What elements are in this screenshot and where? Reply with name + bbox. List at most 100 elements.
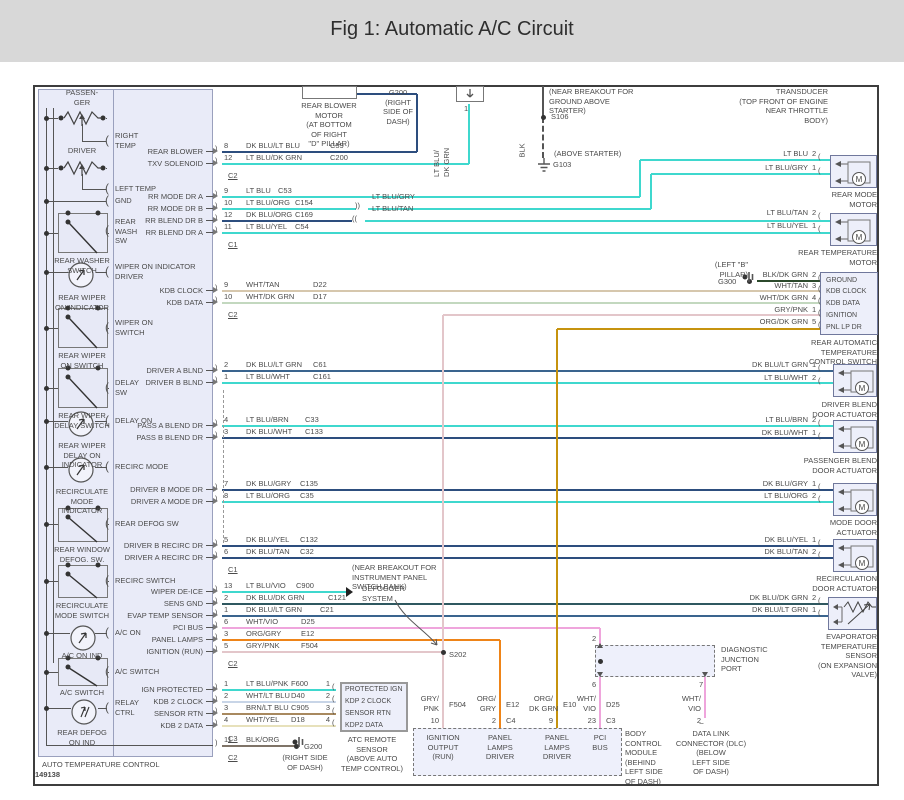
atc-bracket-label: DELAY SW: [115, 378, 139, 397]
atc-pin-label: RR BLEND DR B: [85, 216, 203, 226]
connection-line: [46, 708, 71, 709]
motor-symbol: M: [835, 421, 875, 452]
wire-connector-id: C121: [328, 593, 346, 603]
device-pin-bracket: (: [818, 166, 821, 176]
motor-symbol: M: [832, 214, 875, 245]
wire-connector-id: C54: [295, 222, 309, 232]
device-pin-bracket: (: [332, 718, 335, 728]
atc-pin-label: RR MODE DR B: [85, 204, 203, 214]
wire-segment: [222, 745, 296, 747]
wire-pin-number: 3: [812, 281, 816, 291]
wire-connector-id: C21: [320, 605, 334, 615]
device-pin-bracket: (: [818, 273, 821, 283]
potentiometer-symbol: [58, 106, 106, 130]
motor-symbol: M: [835, 484, 875, 515]
connection-line: [46, 633, 70, 634]
wire-color-label: DK BLU/DK GRN: [688, 593, 808, 603]
wire-pin-number: 3: [224, 629, 228, 639]
wire-segment: [640, 159, 830, 161]
device-pin-bracket: (: [818, 152, 821, 162]
atc-bracket-label: A/C SWITCH: [115, 667, 159, 677]
wire-segment: [557, 328, 822, 330]
arrowhead: [213, 148, 218, 154]
offpage-connector-box: [302, 86, 357, 99]
wire-color-label: LT BLU: [246, 186, 271, 196]
junction-dot: [44, 670, 49, 675]
junction-dot: [44, 631, 49, 636]
wire-connector-id: D25: [606, 700, 620, 710]
wire-color-label: WHT/DK GRN: [688, 293, 808, 303]
device-pin-bracket: (: [818, 550, 821, 560]
wire-color-label: DK BLU/LT GRN: [246, 605, 302, 615]
wire-pin-number: 3: [224, 427, 228, 437]
annotation: TRANSDUCER (TOP FRONT OF ENGINE NEAR THR…: [688, 87, 828, 125]
wire-segment: [542, 117, 546, 158]
component-label: A/C ON IND: [36, 651, 128, 661]
splice-ground-id: S106: [551, 112, 569, 122]
component-label: REAR WIPER ON INDICATOR: [36, 293, 128, 312]
splice-ground-id: G200: [304, 742, 322, 752]
wire-connector-id: C53: [278, 186, 292, 196]
motor-symbol: M: [835, 540, 875, 571]
wire-pin-number: 1: [224, 605, 228, 615]
wire-pin-number: 6: [224, 547, 228, 557]
arrowhead: [213, 367, 218, 373]
switch-symbol: [58, 658, 108, 686]
arrowhead: [213, 422, 218, 428]
device-pin-bracket: (: [818, 284, 821, 294]
wire-connector-id: C200: [330, 153, 348, 163]
arrowhead: [213, 498, 218, 504]
splice-ground-id: 1: [464, 104, 468, 114]
s202-arrow: [385, 595, 447, 655]
device-label: PASSENGER BLEND DOOR ACTUATOR: [790, 456, 877, 475]
wire-pin-number: 2: [224, 691, 228, 701]
bracket-symbol: (: [105, 516, 109, 530]
junction-dot: [44, 326, 49, 331]
wire-pin-number: 5: [224, 641, 228, 651]
device-pin-bracket: (: [332, 694, 335, 704]
device-pin-bracket: (: [818, 418, 821, 428]
wire-pin-number: 5: [224, 535, 228, 545]
wire-connector-id: D22: [313, 280, 327, 290]
wire-color-label: DK BLU/WHT: [688, 428, 808, 438]
device-pin-name: PROTECTED IGN: [345, 685, 403, 694]
wire-color-label: LT BLU/DK GRN: [246, 153, 302, 163]
wire-pin-number: 2: [812, 149, 816, 159]
bracket-symbol: (: [105, 625, 109, 639]
wire-color-label: LT BLU/ORG: [246, 198, 290, 208]
wire-color-label: LT BLU/GRY: [688, 163, 808, 173]
bracket-symbol: (: [105, 573, 109, 587]
svg-text:M: M: [859, 503, 866, 512]
connector-dashed-line: [223, 390, 224, 543]
wire-pin-number: 2: [224, 360, 228, 370]
device-pin-bracket: (: [332, 706, 335, 716]
wire-color-label: LT BLU/ORG: [688, 491, 808, 501]
splice-ground-id: 7: [699, 680, 703, 690]
device-pin-bracket: (: [332, 682, 335, 692]
wire-connector-id: C3: [606, 716, 616, 726]
device-pin-name: KDB CLOCK: [826, 287, 866, 296]
arrowhead: [213, 217, 218, 223]
wire-pin-number: 10: [427, 716, 439, 726]
arrowhead: [213, 600, 218, 606]
wire-color-label: WHT/LT BLU: [246, 691, 290, 701]
annotation: DATA LINK CONNECTOR (DLC) (BELOW LEFT SI…: [668, 729, 754, 777]
atc-bracket-label: A/C ON: [115, 628, 141, 638]
bcm-pin-label: PANEL LAMPS DRIVER: [475, 733, 525, 762]
junction-dot: [44, 231, 49, 236]
bracket-symbol: (: [105, 320, 109, 334]
atc-pin-label: SENSOR RTN: [85, 709, 203, 719]
arrowhead: [213, 588, 218, 594]
thermistor-symbol: [830, 598, 875, 629]
wire-color-label: WHT/ VIO: [572, 694, 596, 713]
device-pin-name: KDP2 DATA: [345, 721, 383, 730]
wire-color-label: ORG/DK GRN: [688, 317, 808, 327]
connector-tag: C3: [228, 734, 238, 744]
wire-segment: [556, 329, 558, 728]
connection-line: [53, 108, 54, 663]
bcm-pin-label: IGNITION OUTPUT (RUN): [418, 733, 468, 762]
arrowhead: [213, 722, 218, 728]
wire-pin-number: 1: [224, 372, 228, 382]
wire-pin-number: 3: [224, 703, 228, 713]
wire-color-label: LT BLU/WHT: [688, 373, 808, 383]
